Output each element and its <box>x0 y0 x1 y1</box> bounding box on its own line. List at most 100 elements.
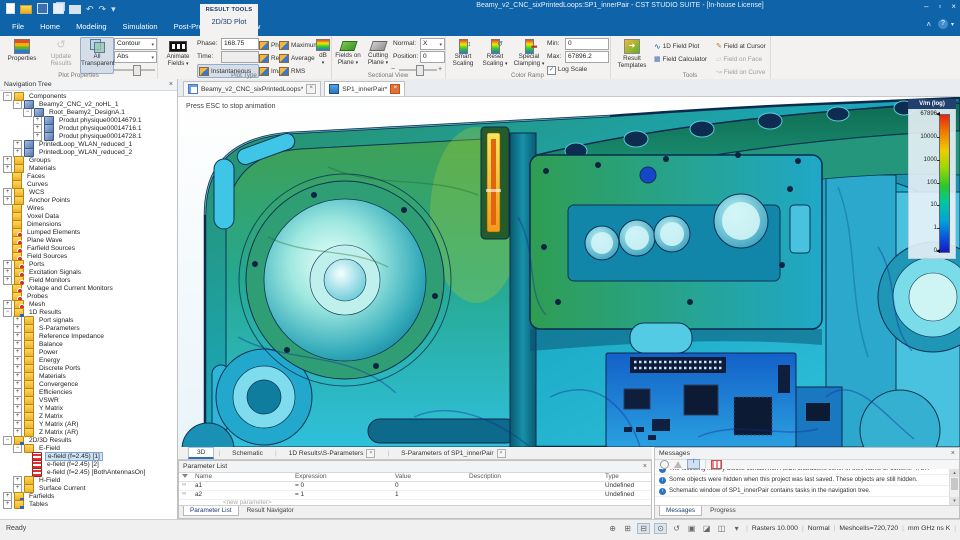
footer-tab-parameter-list[interactable]: Parameter List <box>183 506 239 516</box>
tree-item[interactable]: +Excitation Signals <box>0 268 177 276</box>
menu-tab-file[interactable]: File <box>4 17 32 36</box>
tree-expander-icon[interactable]: − <box>23 108 32 117</box>
tree-item[interactable]: +S-Parameters <box>0 324 177 332</box>
3d-viewport[interactable]: Press ESC to stop animation V/m (log) 67… <box>178 97 960 447</box>
tree-expander-icon[interactable]: − <box>3 308 12 317</box>
parameter-cell[interactable]: = 1 <box>295 491 304 498</box>
tree-item[interactable]: +Balance <box>0 340 177 348</box>
tree-item[interactable]: Curves <box>0 180 177 188</box>
animate-fields-button[interactable]: Animate Fields ▾ <box>159 37 197 74</box>
scroll-up-icon[interactable]: ▴ <box>950 469 959 477</box>
cutplane-icon[interactable]: ◪ <box>701 524 712 533</box>
tree-item[interactable]: +WCS <box>0 188 177 196</box>
view-options-dropdown-icon[interactable]: ▾ <box>731 524 742 533</box>
close-icon[interactable]: × <box>306 84 316 94</box>
tree-item[interactable]: +Produt physique00014679.1 <box>0 116 177 124</box>
result-templates-button[interactable]: ➜ Result Templates <box>613 37 651 74</box>
parameter-cell[interactable]: a1 <box>195 482 202 489</box>
contour-dropdown[interactable]: Contour▾ <box>114 38 157 50</box>
info-filter-icon[interactable] <box>687 459 700 469</box>
tree-item[interactable]: +Convergence <box>0 380 177 388</box>
tree-item[interactable]: +Z Matrix (AR) <box>0 428 177 436</box>
parameter-cell[interactable]: = 0 <box>295 482 304 489</box>
tree-item[interactable]: +Surface Current <box>0 484 177 492</box>
field-on-face-button[interactable]: ▱Field on Face <box>714 52 772 66</box>
tree-item[interactable]: +Efficiencies <box>0 388 177 396</box>
smart-scaling-button[interactable]: ↕ Smart Scaling <box>447 37 479 74</box>
tree-item[interactable]: Faces <box>0 172 177 180</box>
restore-button[interactable]: ▫ <box>938 0 941 14</box>
view-tab[interactable]: Schematic <box>224 449 271 458</box>
tab-2d3d-plot[interactable]: 2D/3D Plot <box>200 17 258 26</box>
all-transparent-button[interactable]: All Transparent <box>80 37 114 74</box>
rotate-view-icon[interactable]: ↺ <box>671 524 682 533</box>
tree-item[interactable]: +Y Matrix (AR) <box>0 420 177 428</box>
messages-scrollbar[interactable]: ▴ ▾ <box>949 469 959 505</box>
tree-item[interactable]: +Produt physique00014728.1 <box>0 132 177 140</box>
customize-icon[interactable]: ▾ <box>111 4 116 13</box>
field-calculator-button[interactable]: ▦Field Calculator <box>652 52 716 66</box>
view-tab[interactable]: S-Parameters of SP1_innerPair× <box>393 448 513 459</box>
cutting-plane-button[interactable]: Cutting Plane ▾ <box>363 37 393 74</box>
close-icon[interactable]: × <box>951 450 955 457</box>
close-icon[interactable]: × <box>366 449 375 458</box>
view-tab[interactable]: 3D <box>188 447 214 459</box>
tree-expander-icon[interactable]: + <box>3 164 12 173</box>
tree-item[interactable]: +Energy <box>0 356 177 364</box>
tree-item[interactable]: Voxel Data <box>0 212 177 220</box>
parameter-cell[interactable]: a2 <box>195 491 202 498</box>
menu-tab-modeling[interactable]: Modeling <box>68 17 114 36</box>
tree-item[interactable]: +Field Monitors <box>0 276 177 284</box>
db-button[interactable]: dB▾ <box>315 37 331 74</box>
scroll-down-icon[interactable]: ▾ <box>950 497 959 505</box>
parameter-cell[interactable]: Undefined <box>605 491 634 498</box>
redo-icon[interactable]: ↷ <box>99 4 107 13</box>
save-icon[interactable] <box>37 3 48 14</box>
help-caret-icon[interactable]: ▾ <box>951 21 954 28</box>
undo-icon[interactable]: ↶ <box>86 4 94 13</box>
menu-tab-home[interactable]: Home <box>32 17 68 36</box>
tree-expander-icon[interactable]: + <box>3 500 12 509</box>
tree-item[interactable]: +Reference Impedance <box>0 332 177 340</box>
zoom-out-icon[interactable]: ⊟ <box>637 523 650 534</box>
document-tab[interactable]: SP1_innerPair*× <box>324 81 405 96</box>
tree-item[interactable]: e-field (f=2.45) [1] <box>0 452 177 460</box>
phase-input[interactable]: 168.75 <box>221 38 259 50</box>
tree-item[interactable]: +Materials <box>0 164 177 172</box>
tree-item[interactable]: Lumped Elements <box>0 228 177 236</box>
tree-item[interactable]: −1D Results <box>0 308 177 316</box>
tree-item[interactable]: +Produt physique00014716.1 <box>0 124 177 132</box>
export-messages-icon[interactable] <box>711 460 722 469</box>
tree-item[interactable]: −Root_Beamy2_DesignA.1 <box>0 108 177 116</box>
errors-filter-icon[interactable] <box>660 460 669 469</box>
tree-item[interactable]: +Y Matrix <box>0 404 177 412</box>
tree-item[interactable]: +Anchor Points <box>0 196 177 204</box>
tree-item[interactable]: e-field (f=2.45) [2] <box>0 460 177 468</box>
footer-tab-messages[interactable]: Messages <box>659 506 702 516</box>
tree-item[interactable]: Wires <box>0 204 177 212</box>
tree-expander-icon[interactable]: + <box>3 196 12 205</box>
properties-button[interactable]: Properties <box>2 37 42 74</box>
normal-dropdown[interactable]: X▾ <box>420 38 445 50</box>
tree-item[interactable]: −2D/3D Results <box>0 436 177 444</box>
footer-tab-result-navigator[interactable]: Result Navigator <box>241 506 300 515</box>
tree-item[interactable]: +Discrete Ports <box>0 364 177 372</box>
close-icon[interactable]: × <box>390 84 400 94</box>
open-icon[interactable] <box>20 5 32 14</box>
tree-item[interactable]: +PrintedLoop_WLAN_reduced_1 <box>0 140 177 148</box>
print-icon[interactable] <box>69 5 81 14</box>
tree-item[interactable]: −Beamy2_CNC_v2_noHL_1 <box>0 100 177 108</box>
copy-icon[interactable] <box>53 3 64 14</box>
tree-item[interactable]: +Port signals <box>0 316 177 324</box>
tree-item[interactable]: Voltage and Current Monitors <box>0 284 177 292</box>
tree-item[interactable]: +Mesh <box>0 300 177 308</box>
field-at-cursor-button[interactable]: ✎Field at Cursor <box>714 39 772 53</box>
tree-expander-icon[interactable]: + <box>3 276 12 285</box>
warnings-filter-icon[interactable] <box>674 461 682 468</box>
fields-on-plane-button[interactable]: Fields on Plane ▾ <box>333 37 363 74</box>
1d-field-plot-button[interactable]: ∿1D Field Plot <box>652 39 716 53</box>
tree-item[interactable]: +VSWR <box>0 396 177 404</box>
tree-expander-icon[interactable]: − <box>3 92 12 101</box>
tree-expander-icon[interactable]: + <box>33 132 42 141</box>
tree-item[interactable]: Plane Wave <box>0 236 177 244</box>
